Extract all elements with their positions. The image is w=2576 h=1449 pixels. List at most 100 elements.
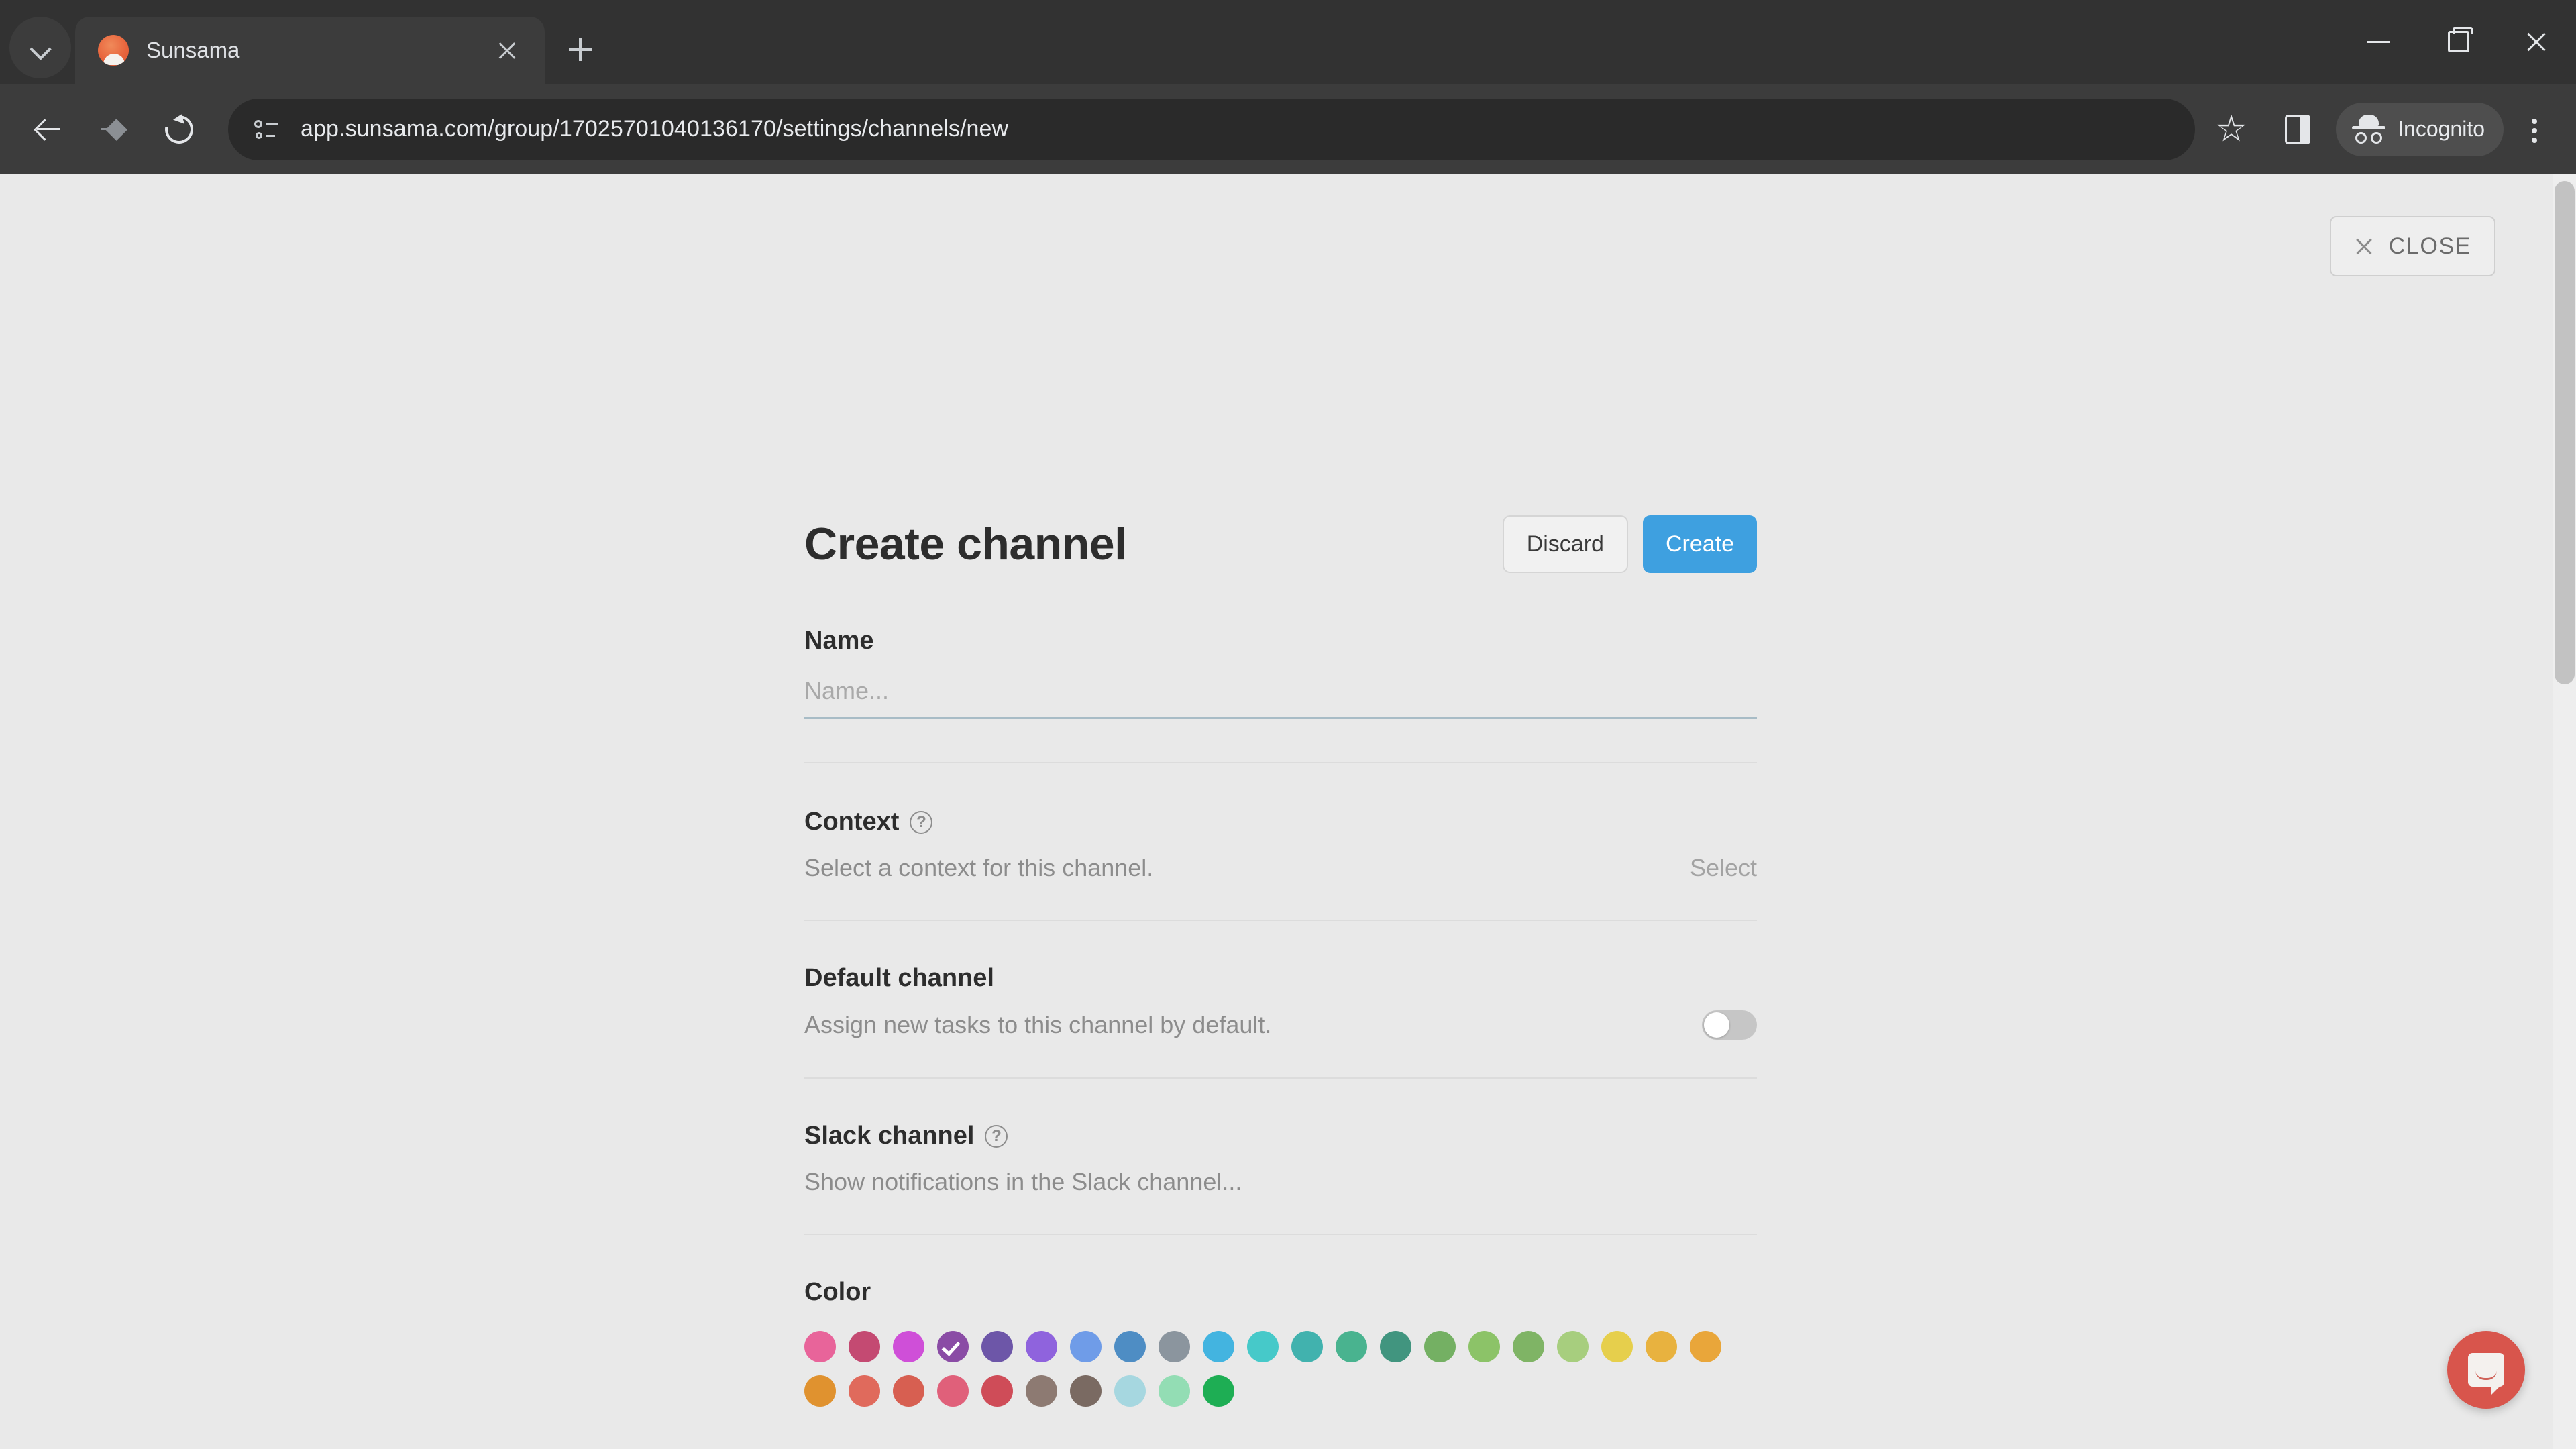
context-row[interactable]: Select a context for this channel. Selec…	[804, 854, 1757, 882]
color-swatch[interactable]	[804, 1331, 836, 1362]
color-swatch[interactable]	[1336, 1331, 1367, 1362]
color-swatch[interactable]	[1557, 1331, 1589, 1362]
back-arrow-icon	[34, 116, 61, 143]
forward-arrow-icon	[100, 116, 127, 143]
default-channel-label: Default channel	[804, 964, 994, 992]
help-circle-icon[interactable]: ?	[910, 810, 933, 834]
new-tab-button[interactable]	[555, 25, 605, 74]
color-swatch-grid	[804, 1331, 1757, 1407]
site-settings-icon[interactable]	[248, 112, 283, 147]
reload-button[interactable]	[150, 101, 208, 158]
create-button[interactable]: Create	[1642, 515, 1757, 573]
context-select-button[interactable]: Select	[1690, 854, 1757, 882]
color-swatch[interactable]	[1291, 1331, 1323, 1362]
close-button-label: CLOSE	[2388, 233, 2471, 259]
color-swatch[interactable]	[981, 1375, 1013, 1407]
color-swatch[interactable]	[937, 1375, 969, 1407]
page-viewport: CLOSE Create channel Discard Create Name	[0, 174, 2576, 1449]
color-swatch[interactable]	[1070, 1375, 1102, 1407]
close-icon	[2354, 236, 2374, 256]
help-circle-icon[interactable]: ?	[985, 1124, 1008, 1148]
divider	[804, 1077, 1757, 1079]
color-swatch[interactable]	[804, 1375, 836, 1407]
color-swatch[interactable]	[1468, 1331, 1500, 1362]
color-swatch[interactable]	[1159, 1375, 1190, 1407]
intercom-launcher-button[interactable]	[2447, 1331, 2525, 1409]
bookmark-button[interactable]	[2202, 100, 2261, 159]
color-swatch[interactable]	[1203, 1375, 1234, 1407]
minimize-icon[interactable]	[2339, 0, 2418, 84]
tab-title: Sunsama	[146, 38, 240, 62]
default-channel-row: Assign new tasks to this channel by defa…	[804, 1010, 1757, 1040]
browser-tab[interactable]: Sunsama	[75, 17, 545, 84]
color-label: Color	[804, 1278, 871, 1306]
color-swatch[interactable]	[893, 1331, 924, 1362]
context-label: Context ?	[804, 808, 1757, 837]
page-scrollbar[interactable]	[2553, 174, 2576, 1449]
section-default-channel: Default channel Assign new tasks to this…	[804, 964, 1757, 1040]
star-icon	[2217, 114, 2246, 142]
name-label: Name	[804, 627, 874, 655]
slack-channel-label: Slack channel ?	[804, 1122, 1757, 1150]
color-swatch[interactable]	[1380, 1331, 1411, 1362]
window-close-icon[interactable]	[2497, 0, 2576, 84]
side-panel-button[interactable]	[2267, 100, 2326, 159]
discard-button[interactable]: Discard	[1502, 515, 1628, 573]
close-button[interactable]: CLOSE	[2329, 216, 2496, 276]
section-name: Name	[804, 627, 1757, 719]
browser-toolbar: app.sunsama.com/group/17025701040136170/…	[0, 84, 2576, 174]
color-swatch[interactable]	[1646, 1331, 1677, 1362]
color-swatch[interactable]	[1513, 1331, 1544, 1362]
name-input[interactable]	[804, 670, 1757, 719]
color-swatch[interactable]	[893, 1375, 924, 1407]
maximize-icon[interactable]	[2418, 0, 2497, 84]
scrollbar-thumb[interactable]	[2555, 181, 2575, 684]
browser-window: Sunsama app.sunsama.com/group/1702570104…	[0, 0, 2576, 1449]
back-button[interactable]	[19, 101, 76, 158]
color-swatch[interactable]	[1601, 1331, 1633, 1362]
tab-close-icon[interactable]	[488, 32, 526, 69]
toggle-knob	[1704, 1012, 1729, 1038]
color-swatch[interactable]	[1159, 1331, 1190, 1362]
url-text: app.sunsama.com/group/17025701040136170/…	[301, 116, 1009, 142]
color-swatch[interactable]	[1247, 1331, 1279, 1362]
slack-channel-placeholder: Show notifications in the Slack channel.…	[804, 1168, 1242, 1195]
default-channel-description: Assign new tasks to this channel by defa…	[804, 1011, 1272, 1038]
default-channel-toggle[interactable]	[1702, 1010, 1757, 1040]
section-color: Color	[804, 1278, 1757, 1407]
intercom-chat-icon	[2468, 1353, 2504, 1395]
channel-form: Create channel Discard Create Name Conte…	[804, 174, 1757, 1407]
tab-search-button[interactable]	[9, 17, 71, 78]
incognito-label: Incognito	[2398, 117, 2485, 141]
color-swatch[interactable]	[849, 1331, 880, 1362]
sunsama-favicon-icon	[98, 35, 129, 66]
color-swatch[interactable]	[1424, 1331, 1456, 1362]
tab-strip: Sunsama	[0, 0, 2576, 84]
forward-button[interactable]	[85, 101, 142, 158]
section-slack-channel: Slack channel ? Show notifications in th…	[804, 1122, 1757, 1196]
divider	[804, 920, 1757, 921]
color-swatch[interactable]	[1070, 1331, 1102, 1362]
slack-channel-row[interactable]: Show notifications in the Slack channel.…	[804, 1168, 1757, 1196]
color-swatch[interactable]	[1690, 1331, 1721, 1362]
color-swatch[interactable]	[1026, 1375, 1057, 1407]
address-bar[interactable]: app.sunsama.com/group/17025701040136170/…	[228, 98, 2196, 160]
section-context: Context ? Select a context for this chan…	[804, 808, 1757, 882]
incognito-spy-icon	[2352, 114, 2386, 144]
divider	[804, 762, 1757, 763]
window-controls	[2339, 0, 2576, 84]
form-actions: Discard Create	[1502, 515, 1757, 573]
context-description: Select a context for this channel.	[804, 854, 1154, 881]
color-swatch[interactable]	[1026, 1331, 1057, 1362]
chevron-down-icon	[30, 38, 50, 58]
color-swatch[interactable]	[1114, 1375, 1146, 1407]
color-swatch[interactable]	[1114, 1331, 1146, 1362]
form-header: Create channel Discard Create	[804, 174, 1757, 573]
color-swatch[interactable]	[1203, 1331, 1234, 1362]
kebab-menu-icon[interactable]	[2508, 100, 2561, 159]
color-swatch[interactable]	[981, 1331, 1013, 1362]
page-title: Create channel	[804, 519, 1127, 570]
incognito-indicator[interactable]: Incognito	[2336, 102, 2504, 156]
color-swatch[interactable]	[849, 1375, 880, 1407]
color-swatch[interactable]	[937, 1331, 969, 1362]
